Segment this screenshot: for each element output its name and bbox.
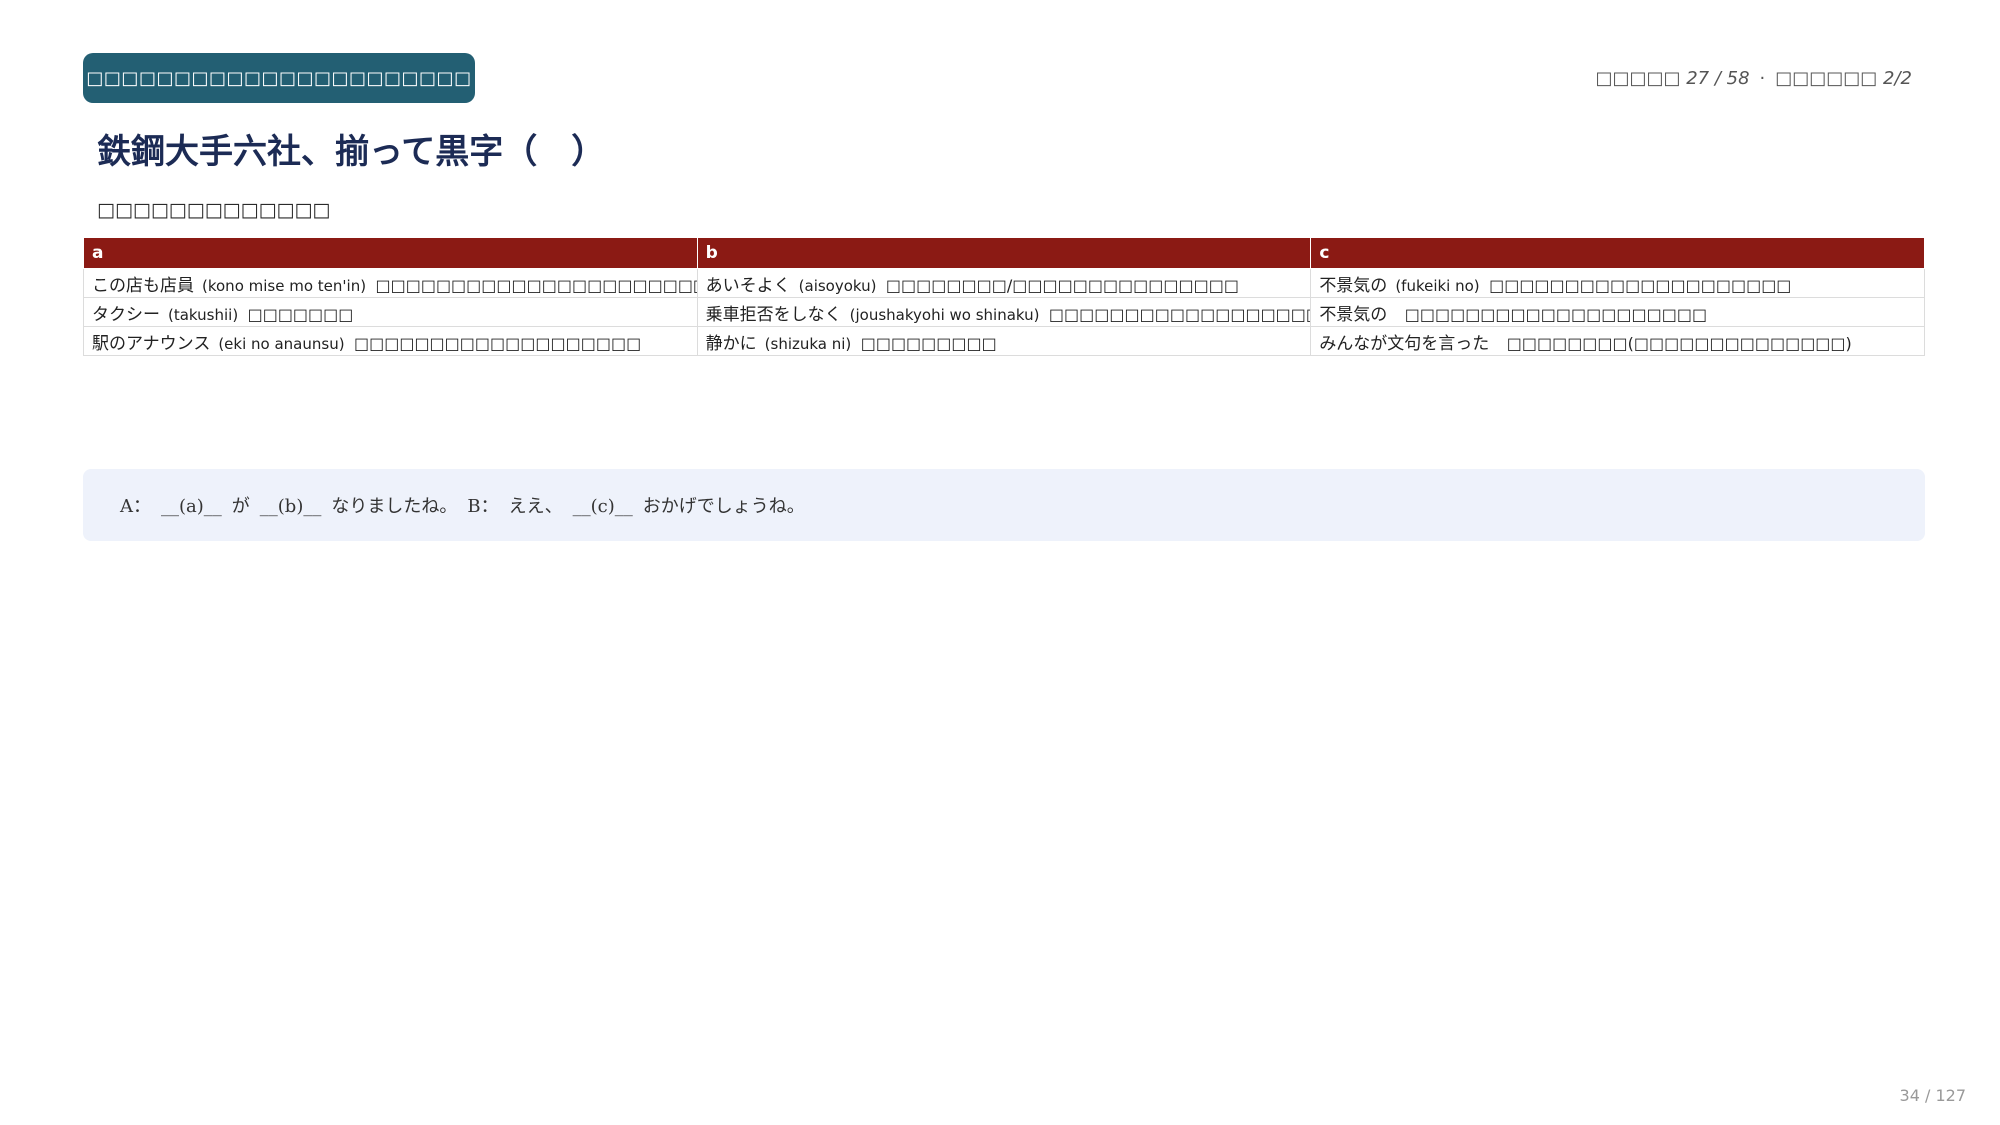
page-title: 鉄鋼大手六社、揃って黒字（ ）	[97, 132, 606, 172]
speaker-a-ending: なりましたね。	[331, 496, 458, 517]
table-cell: あいそよく (aisoyoku) □□□□□□□□/□□□□□□□□□□□□□□□	[696, 268, 1312, 298]
cell-meaning: □□□□□□□□□□□□□□□□□□□□□□□□□□□□	[375, 275, 696, 295]
column-header-b: b	[696, 237, 1312, 269]
cell-meaning: □□□□□□□□□□□□□□□□□□□□	[1404, 304, 1708, 324]
table-cell: タクシー (takushii) □□□□□□□	[83, 297, 698, 327]
cell-japanese: 不景気の	[1319, 275, 1388, 296]
progress-separator: ·	[1759, 68, 1766, 89]
column-header-a: a	[83, 237, 698, 269]
particle-ga: が	[231, 496, 250, 517]
cell-meaning: □□□□□□□□□	[860, 333, 997, 353]
cell-japanese: タクシー	[92, 304, 160, 325]
cell-japanese: 不景気の	[1319, 304, 1388, 325]
page-number: 34 / 127	[1899, 1086, 1966, 1105]
table-cell: この店も店員 (kono mise mo ten'in) □□□□□□□□□□□□…	[83, 268, 698, 298]
cell-romaji: (aisoyoku)	[798, 276, 877, 295]
cell-meaning: □□□□□□□□/□□□□□□□□□□□□□□□	[885, 275, 1239, 295]
table-cell: 乗車拒否をしなく (joushakyohi wo shinaku) □□□□□□□…	[696, 297, 1312, 327]
blank-c: __(c)__	[572, 496, 633, 517]
table-cell: 不景気の □□□□□□□□□□□□□□□□□□□□	[1310, 297, 1925, 327]
column-header-c: c	[1310, 237, 1925, 269]
cell-meaning: □□□□□□□□(□□□□□□□□□□□□□□)	[1506, 333, 1852, 353]
cell-meaning: □□□□□□□□□□□□□□□□□□□□	[1048, 304, 1310, 324]
cell-japanese: 静かに	[705, 333, 757, 354]
cell-japanese: 駅のアナウンス	[92, 333, 211, 354]
dialogue-text: A： __(a)__ が __(b)__ なりましたね。 B： ええ、 __(c)__ おかげで…	[83, 492, 815, 518]
table-header-row: a b c	[83, 237, 1925, 269]
blank-b: __(b)__	[259, 496, 322, 517]
dialogue-box: A： __(a)__ が __(b)__ なりましたね。 B： ええ、 __(c)__ おかげで…	[83, 469, 1925, 541]
cell-romaji: (eki no anaunsu)	[218, 334, 345, 353]
question-progress: □□□□□ 27 / 58	[1595, 68, 1750, 89]
cell-meaning: □□□□□□□□□□□□□□□□□□□	[353, 333, 642, 353]
cell-romaji: (shizuka ni)	[764, 334, 852, 353]
part-progress: □□□□□□ 2/2	[1775, 68, 1912, 89]
table-row: 駅のアナウンス (eki no anaunsu) □□□□□□□□□□□□□□□□…	[83, 326, 1925, 356]
blank-a: __(a)__	[161, 496, 222, 517]
table-cell: 駅のアナウンス (eki no anaunsu) □□□□□□□□□□□□□□□□…	[83, 326, 698, 356]
cell-japanese: あいそよく	[705, 275, 791, 296]
cell-japanese: みんなが文句を言った	[1319, 333, 1490, 354]
cell-romaji: (joushakyohi wo shinaku)	[849, 305, 1040, 324]
cell-romaji: (fukeiki no)	[1395, 276, 1480, 295]
cell-romaji: (takushii)	[168, 305, 239, 324]
speaker-b-ee: ええ、	[508, 496, 563, 517]
cell-japanese: この店も店員	[92, 275, 194, 296]
cell-meaning: □□□□□□□□□□□□□□□□□□□□	[1489, 275, 1792, 295]
speaker-a-label: A：	[120, 496, 151, 517]
choices-table: a b c この店も店員 (kono mise mo ten'in) □□□□□□…	[83, 237, 1925, 356]
section-badge: □□□□□□□□□□□□□□□□□□□□□□	[83, 53, 475, 103]
speaker-b-label: B：	[467, 496, 499, 517]
table-row: この店も店員 (kono mise mo ten'in) □□□□□□□□□□□□…	[83, 268, 1925, 298]
table-caption: □□□□□□□□□□□□□	[97, 199, 331, 221]
table-cell: 不景気の (fukeiki no) □□□□□□□□□□□□□□□□□□□□	[1310, 268, 1925, 298]
progress-indicator: □□□□□ 27 / 58 · □□□□□□ 2/2	[1595, 68, 1912, 89]
table-row: タクシー (takushii) □□□□□□□ 乗車拒否をしなく (joushaky…	[83, 297, 1925, 327]
table-cell: 静かに (shizuka ni) □□□□□□□□□	[696, 326, 1312, 356]
cell-japanese: 乗車拒否をしなく	[705, 304, 842, 325]
speaker-b-ending: おかげでしょうね。	[642, 496, 805, 517]
table-cell: みんなが文句を言った □□□□□□□□(□□□□□□□□□□□□□□)	[1310, 326, 1925, 356]
cell-meaning: □□□□□□□	[247, 304, 354, 324]
cell-romaji: (kono mise mo ten'in)	[202, 276, 367, 295]
